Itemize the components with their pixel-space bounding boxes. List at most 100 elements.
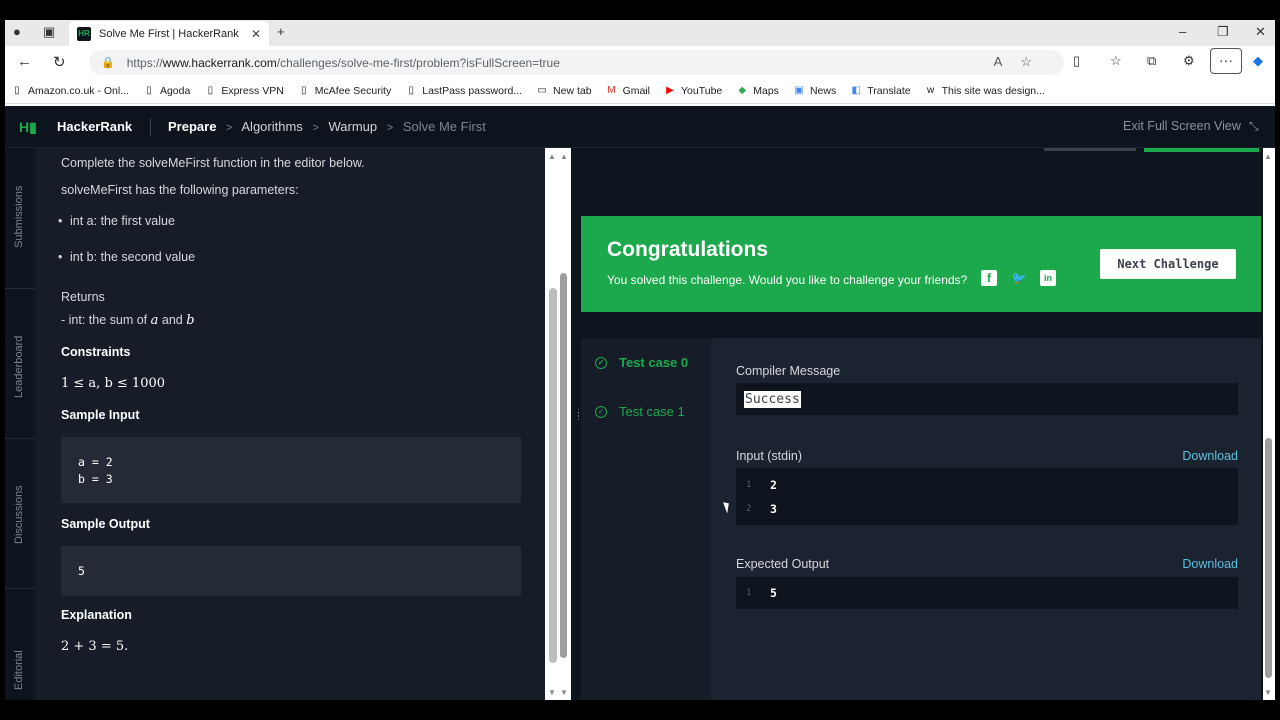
address-actions: A☆ <box>994 54 1050 70</box>
page-icon: ▯ <box>301 84 307 96</box>
scroll-thumb[interactable] <box>1265 438 1272 678</box>
check-circle-icon: ✓ <box>595 356 607 369</box>
sample-output-heading: Sample Output <box>61 517 150 531</box>
new-tab-icon[interactable]: + <box>277 24 285 39</box>
bookmark-label: LastPass password... <box>422 84 523 97</box>
exit-fullscreen-link[interactable]: Exit Full Screen View <box>1123 119 1241 133</box>
back-icon[interactable]: ← <box>17 53 32 70</box>
scroll-down-icon[interactable]: ▼ <box>548 688 556 697</box>
restore-icon[interactable]: ❐ <box>1217 24 1229 40</box>
sample-input-line1: a = 2 <box>78 455 113 469</box>
wix-icon: w <box>926 84 935 96</box>
sample-output-box: 5 <box>61 546 521 596</box>
crumb-warmup[interactable]: Warmup <box>329 119 378 134</box>
bookmark-item[interactable]: ▯ LastPass password... <box>405 85 522 97</box>
submit-button-stub[interactable] <box>1144 148 1259 152</box>
facebook-icon[interactable]: f <box>981 270 997 286</box>
input-line-value: 2 <box>770 478 777 492</box>
bookmark-label: New tab <box>553 84 592 97</box>
favorite-star-icon[interactable]: ☆ <box>1020 54 1050 69</box>
line-number: 1 <box>746 588 752 598</box>
bookmark-item[interactable]: ▯ Express VPN <box>204 85 284 97</box>
settings-menu-icon[interactable]: ··· <box>1210 48 1242 74</box>
problem-scrollbar[interactable]: ▲ ▲ ▼ ▼ <box>545 148 571 700</box>
download-expected-link[interactable]: Download <box>1182 557 1238 571</box>
reload-icon[interactable]: ↻ <box>53 53 66 71</box>
page-icon: ▯ <box>14 84 20 96</box>
url-path: /challenges/solve-me-first/problem?isFul… <box>276 55 560 70</box>
youtube-icon: ▶ <box>666 84 674 96</box>
minimize-icon[interactable]: – <box>1179 24 1186 39</box>
read-aloud-icon[interactable]: A <box>994 54 1021 69</box>
explanation-math: 2 + 3 = 5. <box>61 639 129 654</box>
testcase-list: ✓ Test case 0 ✓ Test case 1 <box>581 338 711 700</box>
scroll-thumb[interactable] <box>560 273 567 658</box>
maps-icon: ◆ <box>738 84 747 96</box>
crumb-prepare[interactable]: Prepare <box>168 119 216 134</box>
chevron-right-icon: > <box>386 122 394 134</box>
tab-close-icon[interactable]: ✕ <box>251 27 261 41</box>
bookmark-item[interactable]: ◆ Maps <box>736 85 779 97</box>
hackerrank-logo-icon[interactable]: H▮ <box>19 119 41 135</box>
returns-heading: Returns <box>61 290 105 304</box>
input-label: Input (stdin) <box>736 449 803 463</box>
collapse-icon[interactable]: ⤡ <box>1249 119 1259 134</box>
tab-testcase-1[interactable]: ✓ Test case 1 <box>595 404 685 419</box>
test-results: ✓ Test case 0 ✓ Test case 1 Compiler Mes… <box>581 338 1261 700</box>
run-button-stub[interactable] <box>1044 148 1136 151</box>
bookmark-item[interactable]: ▯ McAfee Security <box>298 85 391 97</box>
screen-frame: ● ▣ HR Solve Me First | HackerRank ✕ + –… <box>0 0 1280 720</box>
constraints-math: 1 ≤ a, b ≤ 1000 <box>61 376 166 391</box>
bookmark-item[interactable]: ▭ New tab <box>536 84 592 97</box>
bookmark-item[interactable]: M Gmail <box>606 85 650 97</box>
compiler-box: Success <box>736 383 1238 415</box>
scroll-up-icon[interactable]: ▲ <box>1264 152 1272 161</box>
scroll-down-icon[interactable]: ▼ <box>560 688 568 697</box>
brand-name[interactable]: HackerRank <box>57 119 132 134</box>
browser-tab[interactable]: HR Solve Me First | HackerRank ✕ <box>69 21 269 46</box>
bookmark-label: News <box>809 84 837 97</box>
translate-icon: ◧ <box>851 84 861 96</box>
window-close-icon[interactable]: ✕ <box>1255 24 1266 40</box>
linkedin-icon[interactable]: in <box>1040 270 1056 286</box>
browser-window: ● ▣ HR Solve Me First | HackerRank ✕ + –… <box>5 20 1275 700</box>
bookmark-item[interactable]: ◧ Translate <box>850 85 910 97</box>
pane-splitter[interactable]: ⋮ ⋮ <box>571 148 583 700</box>
line-number: 1 <box>746 480 752 490</box>
collections-icon[interactable]: ⧉ <box>1147 53 1156 69</box>
scroll-up-icon[interactable]: ▲ <box>548 152 556 161</box>
hackerrank-app: H▮ HackerRank Prepare > Algorithms > War… <box>5 106 1275 700</box>
problem-pane: Complete the solveMeFirst function in th… <box>36 148 545 700</box>
profile-icon[interactable]: ● <box>13 24 21 39</box>
compiler-message: Success <box>744 391 801 408</box>
extensions-icon[interactable]: ⚙ <box>1183 53 1195 69</box>
address-bar[interactable]: 🔒 https://www.hackerrank.com/challenges/… <box>89 50 1064 75</box>
favorites-icon[interactable]: ☆ <box>1110 53 1122 69</box>
results-scrollbar[interactable]: ▲ ▼ <box>1263 148 1275 700</box>
bookmark-item[interactable]: ▶ YouTube <box>664 85 722 97</box>
next-challenge-button[interactable]: Next Challenge <box>1100 249 1236 279</box>
bookmark-item[interactable]: ▯ Agoda <box>143 85 190 97</box>
bookmark-item[interactable]: w This site was design... <box>925 85 1045 97</box>
page-icon: ▯ <box>146 84 152 96</box>
bookmark-item[interactable]: ▣ News <box>793 85 836 97</box>
scroll-up-icon[interactable]: ▲ <box>560 152 568 161</box>
download-input-link[interactable]: Download <box>1182 449 1238 463</box>
tab-actions-icon[interactable]: ▣ <box>43 24 55 40</box>
url-prefix: https:// <box>126 55 163 70</box>
expected-label: Expected Output <box>736 557 830 571</box>
copilot-icon[interactable]: ◆ <box>1253 53 1263 69</box>
scroll-down-icon[interactable]: ▼ <box>1264 688 1272 697</box>
constraints-heading: Constraints <box>61 345 131 359</box>
split-screen-icon[interactable]: ▯ <box>1073 53 1080 69</box>
param-b: int b: the second value <box>58 250 195 264</box>
twitter-icon[interactable]: 🐦 <box>1011 270 1027 286</box>
input-box: 1 2 2 3 <box>736 468 1238 525</box>
expected-box: 1 5 <box>736 577 1238 609</box>
vtab-divider <box>5 438 35 439</box>
tab-testcase-0[interactable]: ✓ Test case 0 <box>595 355 688 370</box>
bookmark-item[interactable]: ▯ Amazon.co.uk - Onl... <box>11 85 129 97</box>
bookmark-label: Maps <box>753 84 779 97</box>
scroll-thumb[interactable] <box>549 288 557 663</box>
crumb-algorithms[interactable]: Algorithms <box>241 119 302 134</box>
